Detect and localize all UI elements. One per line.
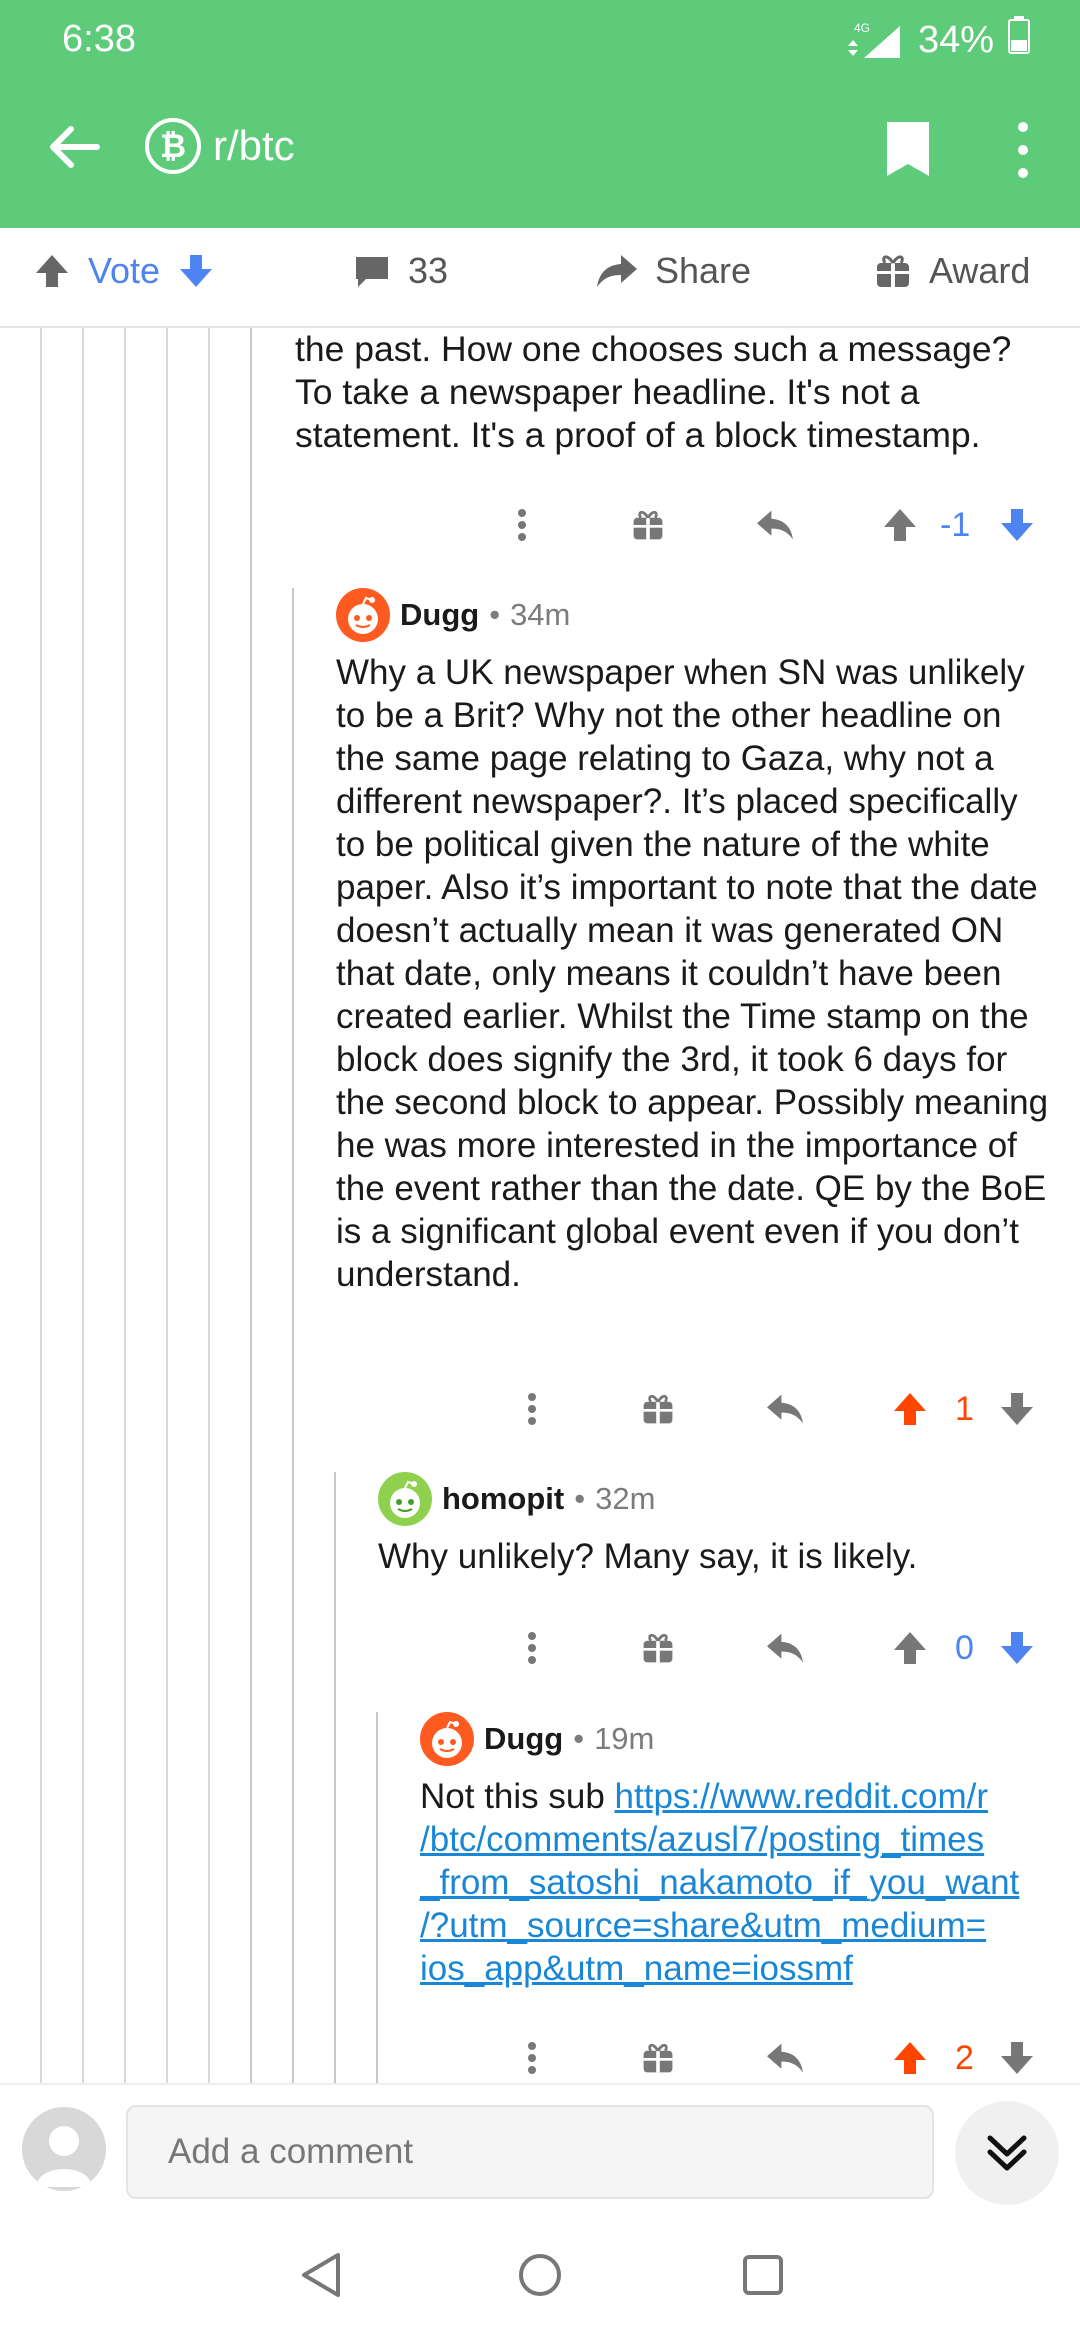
comment-actions: 0	[510, 1618, 1040, 1678]
nav-home-button[interactable]	[505, 2240, 575, 2310]
comment-body: Why unlikely? Many say, it is likely.	[378, 1537, 918, 1576]
username[interactable]: Dugg	[484, 1721, 563, 1757]
avatar[interactable]	[336, 588, 390, 642]
comment-age: 32m	[595, 1481, 656, 1516]
back-arrow-icon	[50, 126, 100, 168]
comment-actions: 2	[510, 2028, 1040, 2083]
vote-score: 1	[955, 1390, 974, 1428]
post-action-bar: Vote 33 Share Award	[0, 228, 1080, 328]
award-label: Award	[929, 250, 1031, 291]
downvote-icon[interactable]	[176, 251, 216, 291]
upvote-icon[interactable]	[32, 251, 72, 291]
battery-icon	[1008, 16, 1030, 64]
username[interactable]: homopit	[442, 1481, 564, 1517]
bookmark-button[interactable]	[885, 120, 935, 180]
comment-composer: Add a comment	[0, 2083, 1080, 2210]
comment-header: Dugg • 19m	[420, 1712, 654, 1766]
network-icon: 4G	[846, 20, 904, 60]
app-bar: ₿ r/btc	[0, 110, 1080, 190]
upvote-icon[interactable]	[880, 505, 920, 545]
status-bar: 6:38 4G 34%	[0, 0, 1080, 80]
vote-label: Vote	[88, 250, 161, 291]
nav-back-button[interactable]	[286, 2240, 356, 2310]
comment-header: homopit • 32m	[378, 1472, 655, 1526]
vote-score: 2	[955, 2039, 974, 2077]
share-label: Share	[655, 250, 752, 291]
back-button[interactable]	[40, 112, 110, 182]
award-icon[interactable]	[640, 1630, 676, 1666]
comment-body: Why a UK newspaper when SN was unlikely …	[336, 653, 1049, 1294]
comment-thread: the past. How one chooses such a message…	[0, 328, 1080, 2083]
comment-actions: -1	[500, 495, 1040, 555]
navigation-bar	[0, 2210, 1080, 2340]
nav-back-icon	[302, 2253, 340, 2297]
upvote-icon[interactable]	[890, 2038, 930, 2078]
reply-icon[interactable]	[765, 1630, 805, 1666]
comment-body: the past. How one chooses such a message…	[295, 329, 1012, 455]
network-type: 4G	[854, 21, 870, 35]
more-options-button[interactable]	[1000, 118, 1046, 182]
vote-score: 0	[955, 1629, 974, 1667]
more-icon[interactable]	[526, 1379, 538, 1439]
more-icon[interactable]	[526, 1618, 538, 1678]
downvote-icon[interactable]	[997, 2038, 1037, 2078]
gift-icon	[877, 255, 909, 287]
downvote-icon[interactable]	[997, 505, 1037, 545]
comment-input[interactable]: Add a comment	[126, 2105, 934, 2199]
comment-text: Not this sub	[420, 1777, 615, 1816]
award-button[interactable]: Award	[873, 250, 1030, 292]
award-icon[interactable]	[640, 2040, 676, 2076]
double-chevron-down-icon	[987, 2135, 1027, 2171]
award-icon[interactable]	[630, 507, 666, 543]
comment-count: 33	[408, 250, 449, 291]
share-button[interactable]: Share	[595, 250, 751, 292]
vote-score: -1	[940, 506, 971, 544]
downvote-icon[interactable]	[997, 1389, 1037, 1429]
status-time: 6:38	[62, 18, 136, 60]
comment-actions: 1	[510, 1379, 1040, 1439]
subreddit-header[interactable]: ₿ r/btc	[145, 118, 295, 174]
nav-recents-icon	[743, 2255, 783, 2295]
comments-button[interactable]: 33	[352, 250, 448, 292]
avatar[interactable]	[420, 1712, 474, 1766]
upvote-icon[interactable]	[890, 1628, 930, 1668]
battery-level: 34%	[917, 18, 994, 61]
comment-age: 19m	[594, 1721, 655, 1756]
comment-body: Not this sub https://www.reddit.com/r/bt…	[420, 1775, 1060, 1990]
comment-header: Dugg • 34m	[336, 588, 570, 642]
bookmark-icon	[887, 122, 929, 176]
reply-icon[interactable]	[755, 507, 795, 543]
nav-recents-button[interactable]	[728, 2240, 798, 2310]
vote-control: Vote	[32, 250, 216, 292]
status-icons: 4G 34%	[846, 16, 1030, 64]
avatar[interactable]	[378, 1472, 432, 1526]
top-bar: 6:38 4G 34% ₿ r/btc	[0, 0, 1080, 228]
username[interactable]: Dugg	[400, 597, 479, 633]
share-icon	[597, 255, 637, 287]
reply-icon[interactable]	[765, 2040, 805, 2076]
more-icon[interactable]	[526, 2028, 538, 2083]
award-icon[interactable]	[640, 1391, 676, 1427]
downvote-icon[interactable]	[997, 1628, 1037, 1668]
comment-input-placeholder: Add a comment	[168, 2132, 414, 2171]
reply-icon[interactable]	[765, 1391, 805, 1427]
subreddit-name: r/btc	[213, 122, 295, 169]
nav-home-icon	[519, 2254, 561, 2296]
collapse-thread-button[interactable]	[955, 2101, 1059, 2205]
bitcoin-icon: ₿	[145, 118, 201, 174]
comment-icon	[356, 257, 388, 287]
upvote-icon[interactable]	[890, 1389, 930, 1429]
more-icon[interactable]	[516, 495, 528, 555]
comment-age: 34m	[510, 597, 571, 632]
user-avatar[interactable]	[22, 2107, 106, 2191]
